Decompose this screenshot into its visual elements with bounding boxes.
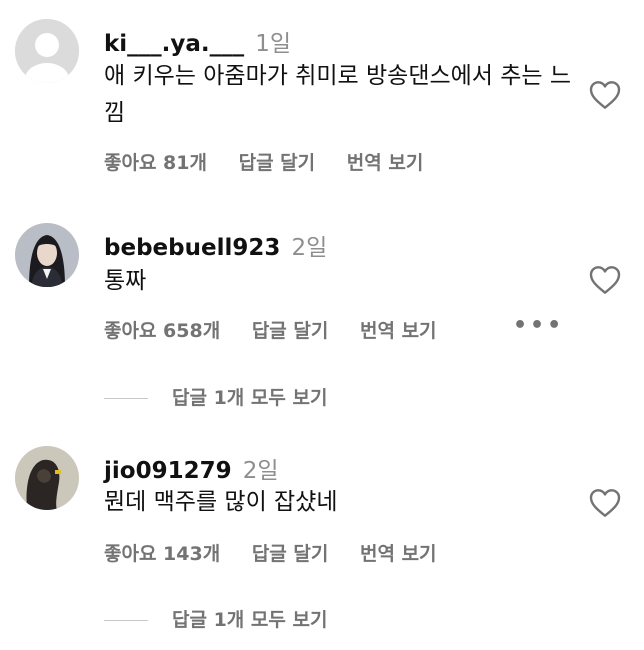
timestamp: 2일 [242,458,279,484]
comment-actions: 좋아요 81개 답글 달기 번역 보기 [104,148,448,175]
more-options-icon[interactable]: ••• [513,313,564,338]
timestamp: 1일 [255,31,292,57]
comment-header: jio091279 2일 [104,451,278,485]
reply-button[interactable]: 답글 달기 [252,543,329,565]
avatar[interactable] [15,19,79,83]
heart-icon[interactable] [589,80,621,110]
comment-text: 애 키우는 아줌마가 취미로 방송댄스에서 추는 느낌 [104,63,572,126]
likes-count[interactable]: 좋아요 658개 [104,320,220,342]
reply-button[interactable]: 답글 달기 [239,152,316,174]
username[interactable]: jio091279 [104,458,232,484]
translate-button[interactable]: 번역 보기 [360,543,437,565]
username[interactable]: bebebuell923 [104,235,280,261]
view-replies-label: 답글 1개 모두 보기 [172,609,328,631]
timestamp: 2일 [291,235,328,261]
translate-button[interactable]: 번역 보기 [360,320,437,342]
avatar[interactable] [15,446,79,510]
divider-line [104,398,148,399]
comment-header: bebebuell923 2일 [104,228,327,262]
likes-count[interactable]: 좋아요 143개 [104,543,220,565]
comment-actions: 좋아요 658개 답글 달기 번역 보기 [104,316,462,343]
comment-header: ki___.ya.___ 1일 [104,24,291,58]
translate-button[interactable]: 번역 보기 [347,152,424,174]
view-replies-button[interactable]: 답글 1개 모두 보기 [104,605,327,632]
profile-photo [15,446,79,510]
heart-icon[interactable] [589,488,621,518]
profile-photo [15,223,79,287]
username[interactable]: ki___.ya.___ [104,31,244,57]
comment-actions: 좋아요 143개 답글 달기 번역 보기 [104,539,462,566]
comment-text: 통짜 [104,268,147,294]
view-replies-label: 답글 1개 모두 보기 [172,387,328,409]
likes-count[interactable]: 좋아요 81개 [104,152,207,174]
default-avatar-icon [15,19,79,83]
avatar[interactable] [15,223,79,287]
view-replies-button[interactable]: 답글 1개 모두 보기 [104,383,327,410]
divider-line [104,620,148,621]
reply-button[interactable]: 답글 달기 [252,320,329,342]
heart-icon[interactable] [589,265,621,295]
comment-text: 뭔데 맥주를 많이 잡샸네 [104,489,338,515]
